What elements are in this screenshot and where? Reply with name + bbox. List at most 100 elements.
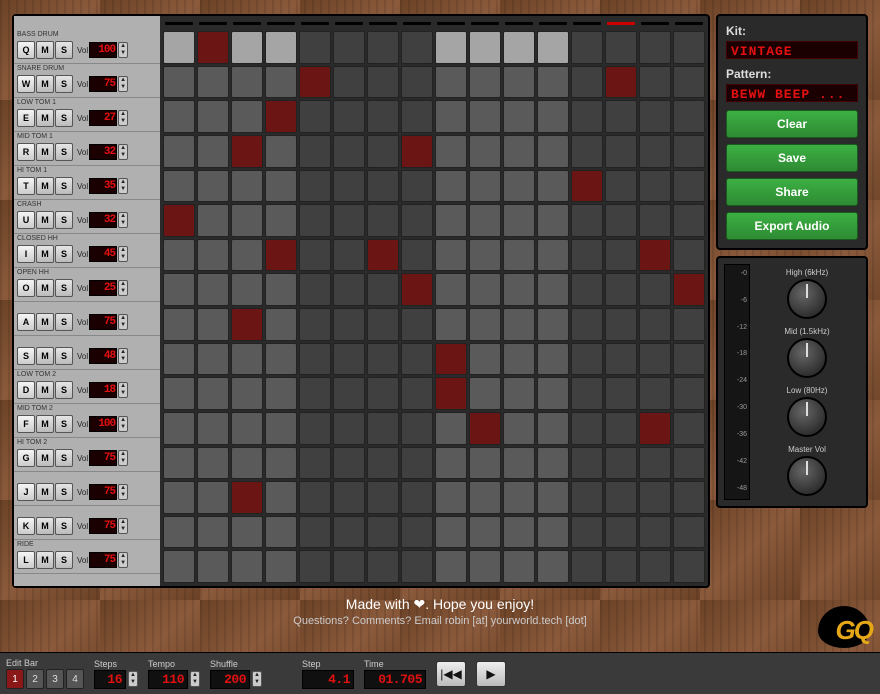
step-cell[interactable] <box>571 66 603 99</box>
mute-button[interactable]: M <box>36 551 54 569</box>
step-cell[interactable] <box>469 66 501 99</box>
step-cell[interactable] <box>333 135 365 168</box>
eq-knob[interactable] <box>787 279 827 319</box>
vol-spinner[interactable]: ▲▼ <box>118 280 128 296</box>
step-cell[interactable] <box>265 100 297 133</box>
vol-display[interactable]: 48 <box>89 348 117 364</box>
step-cell[interactable] <box>639 239 671 272</box>
solo-button[interactable]: S <box>55 279 73 297</box>
solo-button[interactable]: S <box>55 381 73 399</box>
step-cell[interactable] <box>231 239 263 272</box>
step-cell[interactable] <box>231 308 263 341</box>
step-cell[interactable] <box>503 31 535 64</box>
pattern-display[interactable]: BEWW BEEP ... <box>726 84 858 102</box>
tempo-spinner[interactable]: ▲▼ <box>190 671 200 687</box>
step-cell[interactable] <box>435 170 467 203</box>
step-cell[interactable] <box>333 343 365 376</box>
step-cell[interactable] <box>197 481 229 514</box>
step-cell[interactable] <box>537 100 569 133</box>
step-cell[interactable] <box>605 100 637 133</box>
step-cell[interactable] <box>299 412 331 445</box>
track-key-button[interactable]: K <box>17 517 35 535</box>
mute-button[interactable]: M <box>36 177 54 195</box>
vol-display[interactable]: 75 <box>89 552 117 568</box>
step-cell[interactable] <box>605 170 637 203</box>
vol-spinner[interactable]: ▲▼ <box>118 314 128 330</box>
step-cell[interactable] <box>265 170 297 203</box>
mute-button[interactable]: M <box>36 449 54 467</box>
vol-display[interactable]: 27 <box>89 110 117 126</box>
step-cell[interactable] <box>401 31 433 64</box>
step-cell[interactable] <box>163 343 195 376</box>
step-cell[interactable] <box>231 135 263 168</box>
step-cell[interactable] <box>605 273 637 306</box>
mute-button[interactable]: M <box>36 347 54 365</box>
mute-button[interactable]: M <box>36 279 54 297</box>
step-cell[interactable] <box>673 135 705 168</box>
step-cell[interactable] <box>299 550 331 583</box>
solo-button[interactable]: S <box>55 415 73 433</box>
step-cell[interactable] <box>367 100 399 133</box>
step-cell[interactable] <box>537 550 569 583</box>
step-cell[interactable] <box>299 343 331 376</box>
rewind-button[interactable]: |◀◀ <box>436 661 466 687</box>
vol-spinner[interactable]: ▲▼ <box>118 212 128 228</box>
vol-display[interactable]: 32 <box>89 212 117 228</box>
solo-button[interactable]: S <box>55 75 73 93</box>
step-cell[interactable] <box>605 481 637 514</box>
step-cell[interactable] <box>197 308 229 341</box>
step-cell[interactable] <box>469 204 501 237</box>
step-cell[interactable] <box>537 31 569 64</box>
step-cell[interactable] <box>163 516 195 549</box>
step-cell[interactable] <box>673 308 705 341</box>
step-cell[interactable] <box>367 239 399 272</box>
step-cell[interactable] <box>673 447 705 480</box>
step-cell[interactable] <box>537 377 569 410</box>
eq-knob[interactable] <box>787 397 827 437</box>
step-cell[interactable] <box>503 481 535 514</box>
track-key-button[interactable]: A <box>17 313 35 331</box>
step-cell[interactable] <box>537 412 569 445</box>
step-cell[interactable] <box>571 516 603 549</box>
step-cell[interactable] <box>435 31 467 64</box>
step-cell[interactable] <box>537 170 569 203</box>
step-cell[interactable] <box>333 239 365 272</box>
step-cell[interactable] <box>639 170 671 203</box>
step-cell[interactable] <box>639 447 671 480</box>
step-cell[interactable] <box>265 377 297 410</box>
step-cell[interactable] <box>605 550 637 583</box>
step-cell[interactable] <box>231 273 263 306</box>
step-cell[interactable] <box>299 66 331 99</box>
step-cell[interactable] <box>231 481 263 514</box>
solo-button[interactable]: S <box>55 143 73 161</box>
step-cell[interactable] <box>673 377 705 410</box>
step-cell[interactable] <box>333 170 365 203</box>
step-cell[interactable] <box>435 516 467 549</box>
steps-spinner[interactable]: ▲▼ <box>128 671 138 687</box>
bar-button[interactable]: 2 <box>26 669 44 689</box>
step-cell[interactable] <box>435 412 467 445</box>
step-cell[interactable] <box>197 273 229 306</box>
solo-button[interactable]: S <box>55 245 73 263</box>
step-cell[interactable] <box>639 308 671 341</box>
step-cell[interactable] <box>571 204 603 237</box>
step-cell[interactable] <box>469 516 501 549</box>
track-key-button[interactable]: S <box>17 347 35 365</box>
step-cell[interactable] <box>503 239 535 272</box>
mute-button[interactable]: M <box>36 75 54 93</box>
step-cell[interactable] <box>265 308 297 341</box>
step-cell[interactable] <box>503 308 535 341</box>
step-cell[interactable] <box>265 204 297 237</box>
step-cell[interactable] <box>673 31 705 64</box>
step-cell[interactable] <box>571 308 603 341</box>
step-cell[interactable] <box>265 239 297 272</box>
vol-spinner[interactable]: ▲▼ <box>118 110 128 126</box>
vol-spinner[interactable]: ▲▼ <box>118 246 128 262</box>
step-cell[interactable] <box>435 135 467 168</box>
step-cell[interactable] <box>673 481 705 514</box>
step-cell[interactable] <box>503 550 535 583</box>
step-cell[interactable] <box>333 273 365 306</box>
step-cell[interactable] <box>469 377 501 410</box>
step-cell[interactable] <box>537 516 569 549</box>
step-cell[interactable] <box>401 308 433 341</box>
